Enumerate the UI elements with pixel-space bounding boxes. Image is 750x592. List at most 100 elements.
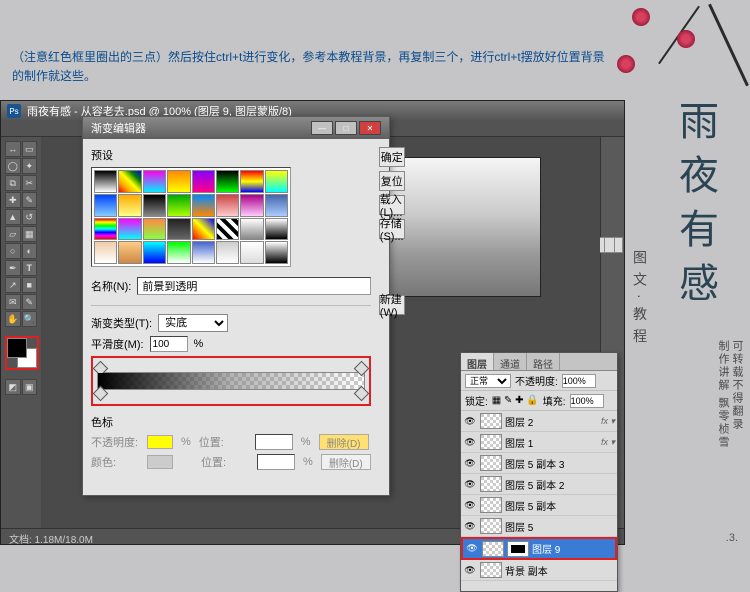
- gradient-tool[interactable]: ▦: [22, 226, 38, 242]
- preset-swatch[interactable]: [216, 241, 239, 264]
- preset-swatch[interactable]: [143, 194, 166, 217]
- path-tool[interactable]: ↗: [5, 277, 21, 293]
- cancel-button[interactable]: 复位: [379, 171, 405, 191]
- visibility-icon[interactable]: 👁: [463, 456, 477, 470]
- new-button[interactable]: 新建(W): [379, 295, 405, 315]
- visibility-icon[interactable]: 👁: [465, 542, 479, 556]
- dialog-titlebar[interactable]: 渐变编辑器 — □ ✕: [83, 117, 389, 139]
- preset-swatch[interactable]: [143, 241, 166, 264]
- visibility-icon[interactable]: 👁: [463, 477, 477, 491]
- fg-bg-swatches[interactable]: [5, 336, 39, 370]
- blur-tool[interactable]: ○: [5, 243, 21, 259]
- lasso-tool[interactable]: ◯: [5, 158, 21, 174]
- crop-tool[interactable]: ⧉: [5, 175, 21, 191]
- mask-thumb[interactable]: [507, 541, 529, 557]
- preset-swatch[interactable]: [265, 218, 288, 241]
- zoom-tool[interactable]: 🔍: [22, 311, 38, 327]
- layer-thumb[interactable]: [480, 562, 502, 578]
- layer-thumb[interactable]: [480, 497, 502, 513]
- position-input[interactable]: [255, 434, 293, 450]
- layer-row[interactable]: 👁图层 5: [461, 516, 617, 537]
- visibility-icon[interactable]: 👁: [463, 498, 477, 512]
- text-tool[interactable]: T: [22, 260, 38, 276]
- preset-swatch[interactable]: [192, 194, 215, 217]
- healing-tool[interactable]: ✚: [5, 192, 21, 208]
- hand-tool[interactable]: ✋: [5, 311, 21, 327]
- layer-row[interactable]: 👁图层 5 副本 2: [461, 474, 617, 495]
- opacity-swatch[interactable]: [147, 435, 173, 449]
- gradient-ramp[interactable]: [97, 372, 365, 390]
- preset-swatch[interactable]: [118, 170, 141, 193]
- preset-swatch[interactable]: [94, 194, 117, 217]
- preset-swatch[interactable]: [216, 194, 239, 217]
- screenmode-icon[interactable]: ▣: [22, 379, 38, 395]
- preset-swatch[interactable]: [240, 218, 263, 241]
- delete-stop-button[interactable]: 删除(D): [319, 434, 369, 450]
- save-button[interactable]: 存储(S)...: [379, 219, 405, 239]
- preset-swatch[interactable]: [192, 241, 215, 264]
- preset-swatch[interactable]: [216, 218, 239, 241]
- shape-tool[interactable]: ■: [22, 277, 38, 293]
- stamp-tool[interactable]: ▲: [5, 209, 21, 225]
- preset-swatch[interactable]: [216, 170, 239, 193]
- layer-row[interactable]: 👁图层 9: [461, 537, 617, 560]
- brush-tool[interactable]: ✎: [22, 192, 38, 208]
- color-swatch[interactable]: [147, 455, 173, 469]
- presets-grid[interactable]: [91, 167, 291, 267]
- preset-swatch[interactable]: [167, 241, 190, 264]
- layer-row[interactable]: 👁图层 5 副本: [461, 495, 617, 516]
- preset-swatch[interactable]: [265, 170, 288, 193]
- preset-swatch[interactable]: [94, 218, 117, 241]
- quickmask-icon[interactable]: ◩: [5, 379, 21, 395]
- delete-color-button[interactable]: 删除(D): [321, 454, 371, 470]
- lock-icons[interactable]: ▦ ✎ ✚ 🔒: [492, 395, 539, 406]
- preset-swatch[interactable]: [265, 241, 288, 264]
- preset-swatch[interactable]: [240, 241, 263, 264]
- visibility-icon[interactable]: 👁: [463, 563, 477, 577]
- layer-row[interactable]: 👁图层 2fx ▾: [461, 411, 617, 432]
- visibility-icon[interactable]: 👁: [463, 519, 477, 533]
- layer-row[interactable]: 👁图层 5 副本 3: [461, 453, 617, 474]
- preset-swatch[interactable]: [118, 241, 141, 264]
- maximize-icon[interactable]: □: [335, 121, 357, 135]
- history-tool[interactable]: ↺: [22, 209, 38, 225]
- layer-thumb[interactable]: [480, 434, 502, 450]
- layer-row[interactable]: 👁图层 1fx ▾: [461, 432, 617, 453]
- blend-mode-select[interactable]: 正常: [465, 374, 511, 388]
- preset-swatch[interactable]: [94, 170, 117, 193]
- layer-thumb[interactable]: [480, 455, 502, 471]
- preset-swatch[interactable]: [265, 194, 288, 217]
- preset-swatch[interactable]: [118, 218, 141, 241]
- preset-swatch[interactable]: [143, 218, 166, 241]
- position-input-2[interactable]: [257, 454, 295, 470]
- eraser-tool[interactable]: ▱: [5, 226, 21, 242]
- move-tool[interactable]: ↔: [5, 141, 21, 157]
- preset-swatch[interactable]: [167, 218, 190, 241]
- preset-swatch[interactable]: [192, 170, 215, 193]
- layer-row[interactable]: 👁背景 副本: [461, 560, 617, 581]
- visibility-icon[interactable]: 👁: [463, 435, 477, 449]
- gradient-type-select[interactable]: 实底: [158, 314, 228, 332]
- preset-swatch[interactable]: [240, 194, 263, 217]
- preset-swatch[interactable]: [240, 170, 263, 193]
- tab-channels[interactable]: 通道: [494, 353, 527, 370]
- preset-swatch[interactable]: [143, 170, 166, 193]
- pen-tool[interactable]: ✒: [5, 260, 21, 276]
- preset-swatch[interactable]: [94, 241, 117, 264]
- close-icon[interactable]: ✕: [359, 121, 381, 135]
- preset-swatch[interactable]: [167, 194, 190, 217]
- dodge-tool[interactable]: ◐: [22, 243, 38, 259]
- layer-thumb[interactable]: [480, 518, 502, 534]
- layer-thumb[interactable]: [480, 413, 502, 429]
- gradient-name-input[interactable]: [137, 277, 370, 295]
- marquee-tool[interactable]: ▭: [22, 141, 38, 157]
- layer-opacity-input[interactable]: [562, 374, 596, 388]
- preset-swatch[interactable]: [192, 218, 215, 241]
- tab-paths[interactable]: 路径: [527, 353, 560, 370]
- layer-thumb[interactable]: [480, 476, 502, 492]
- tab-layers[interactable]: 图层: [461, 353, 494, 370]
- layer-fill-input[interactable]: [570, 394, 604, 408]
- preset-swatch[interactable]: [118, 194, 141, 217]
- foreground-color-swatch[interactable]: [7, 338, 27, 358]
- minimize-icon[interactable]: —: [311, 121, 333, 135]
